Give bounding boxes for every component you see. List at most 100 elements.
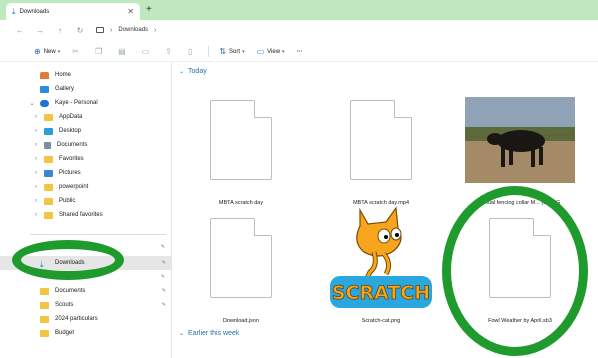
- folder-icon: [44, 211, 53, 219]
- navigation-pane: Home Gallery ⌄ Kaye - Personal › AppData…: [0, 62, 172, 358]
- sidebar-item-label: Budget: [55, 330, 75, 336]
- quick-access-scouts[interactable]: Scouts ✎: [0, 298, 172, 312]
- quick-access-documents[interactable]: Documents ✎: [0, 284, 172, 298]
- group-header-today[interactable]: ⌄ Today: [179, 68, 207, 75]
- breadcrumb: › Downloads ›: [96, 27, 162, 34]
- view-button[interactable]: ▭ View ▾: [257, 47, 285, 56]
- pin-icon[interactable]: ✎: [161, 244, 165, 250]
- sidebar-item-public[interactable]: › Public: [0, 194, 172, 208]
- more-options-button[interactable]: ···: [297, 49, 303, 55]
- file-tile[interactable]: Virtual fencing collar M... (1).JPG: [465, 82, 575, 210]
- tab-bar: ⤓ Downloads ✕ +: [0, 0, 598, 20]
- chevron-right-icon: ›: [110, 26, 113, 34]
- pin-icon[interactable]: ✎: [161, 274, 165, 280]
- sidebar-item-label: Pictures: [59, 170, 81, 176]
- file-name: Scratch-cat.png: [361, 318, 401, 324]
- file-tile[interactable]: MBTA scratch day.mp4: [326, 82, 436, 210]
- sidebar-item-label: AppData: [59, 114, 83, 120]
- folder-icon: [44, 155, 53, 163]
- quick-access-2024-particulars[interactable]: 2024 particulars: [0, 312, 172, 326]
- sidebar-item-label: Documents: [57, 142, 88, 148]
- copy-icon[interactable]: ❐: [95, 47, 102, 56]
- cut-icon[interactable]: ✂: [72, 47, 79, 56]
- monitor-icon[interactable]: [96, 27, 104, 33]
- chevron-right-icon[interactable]: ›: [32, 170, 40, 176]
- file-tile[interactable]: SCRATCH Scratch-cat.png: [326, 200, 436, 328]
- pin-icon[interactable]: ✎: [162, 302, 166, 308]
- sidebar-item-gallery[interactable]: Gallery: [0, 82, 172, 96]
- sidebar-item-shared-favorites[interactable]: › Shared favorites: [0, 208, 172, 222]
- group-header-earlier-this-week[interactable]: ⌄ Earlier this week: [179, 330, 239, 337]
- plus-circle-icon: ⊕: [34, 47, 41, 56]
- file-tile[interactable]: Download.json: [186, 200, 296, 328]
- download-icon: ⤓: [12, 6, 16, 16]
- desktop-icon: [44, 127, 53, 135]
- share-icon[interactable]: ⇪: [165, 47, 172, 56]
- pin-icon[interactable]: ✎: [162, 288, 166, 294]
- file-name: Download.json: [222, 318, 260, 324]
- quick-access-downloads[interactable]: ⤓ Downloads ✎: [0, 256, 172, 270]
- document-icon: [210, 217, 272, 298]
- tab-downloads[interactable]: ⤓ Downloads ✕: [6, 3, 140, 20]
- folder-icon: [44, 197, 53, 205]
- sidebar-item-label: Favorites: [59, 156, 84, 162]
- folder-icon: [40, 329, 49, 337]
- sidebar-item-label: Gallery: [55, 86, 75, 92]
- scratch-cat-thumbnail: SCRATCH: [330, 205, 432, 308]
- sidebar-item-home[interactable]: Home: [0, 68, 172, 82]
- file-tile[interactable]: MBTA scratch day: [186, 82, 296, 210]
- chevron-right-icon[interactable]: ›: [32, 128, 40, 134]
- pictures-icon: [44, 169, 53, 177]
- chevron-down-icon: ⌄: [179, 69, 185, 75]
- sidebar-item-favorites[interactable]: › Favorites: [0, 152, 172, 166]
- chevron-right-icon[interactable]: ›: [32, 212, 40, 218]
- sort-button[interactable]: ⇅ Sort ▾: [219, 47, 244, 56]
- quick-access-budget[interactable]: Budget: [0, 326, 172, 340]
- file-tile[interactable]: Fowl Weather by April.sb3: [465, 200, 575, 328]
- chevron-right-icon[interactable]: ›: [32, 142, 40, 148]
- sidebar-item-pictures[interactable]: › Pictures: [0, 166, 172, 180]
- chevron-right-icon[interactable]: ›: [32, 184, 40, 190]
- sidebar-item-label: 2024 particulars: [55, 316, 98, 322]
- group-label: Today: [188, 68, 207, 75]
- close-tab-button[interactable]: ✕: [127, 7, 134, 16]
- document-icon: [350, 99, 412, 180]
- file-thumbnail: SCRATCH: [326, 200, 436, 315]
- refresh-button[interactable]: ↻: [70, 26, 90, 35]
- sidebar-item-label: Kaye - Personal: [55, 100, 98, 106]
- file-view: ⌄ Today MBTA scratch day MBTA scratch da…: [173, 62, 598, 358]
- sort-label: Sort: [229, 48, 241, 55]
- chevron-right-icon[interactable]: ›: [32, 198, 40, 204]
- sidebar-item-label: Public: [59, 198, 76, 204]
- file-thumbnail: [465, 200, 575, 315]
- sidebar-item-appdata[interactable]: › AppData: [0, 110, 172, 124]
- command-bar: ⊕ New ▾ ✂ ❐ ▤ ▭ ⇪ ▯ ⇅ Sort ▾ ▭ View ▾ ··…: [0, 42, 598, 62]
- breadcrumb-downloads[interactable]: Downloads: [118, 27, 148, 33]
- chevron-down-icon[interactable]: ⌄: [28, 100, 36, 107]
- new-button[interactable]: ⊕ New ▾: [34, 47, 60, 56]
- forward-button[interactable]: →: [30, 26, 50, 35]
- pin-icon[interactable]: ✎: [162, 260, 166, 266]
- chevron-down-icon: ▾: [57, 48, 61, 55]
- sidebar-item-label: Shared favorites: [59, 212, 103, 218]
- paste-icon[interactable]: ▤: [118, 47, 126, 56]
- sidebar-item-powerpoint[interactable]: › powerpoint: [0, 180, 172, 194]
- download-icon: ⤓: [40, 259, 44, 269]
- back-button[interactable]: ←: [10, 26, 30, 35]
- sidebar-item-label: Downloads: [55, 260, 85, 266]
- up-button[interactable]: ↑: [50, 26, 70, 35]
- sidebar-item-documents[interactable]: › Documents: [0, 138, 172, 152]
- delete-icon[interactable]: ▯: [188, 47, 192, 56]
- sidebar-item-onedrive[interactable]: ⌄ Kaye - Personal: [0, 96, 172, 110]
- chevron-right-icon[interactable]: ›: [32, 156, 40, 162]
- sidebar-item-desktop[interactable]: › Desktop: [0, 124, 172, 138]
- address-bar: ← → ↑ ↻ › Downloads ›: [0, 20, 598, 40]
- chevron-right-icon[interactable]: ›: [154, 27, 156, 34]
- gallery-icon: [40, 85, 49, 93]
- sidebar-divider: [30, 234, 166, 235]
- cloud-icon: [40, 99, 49, 107]
- new-tab-button[interactable]: +: [146, 4, 152, 15]
- chevron-right-icon[interactable]: ›: [32, 114, 40, 120]
- folder-icon: [44, 183, 53, 191]
- rename-icon[interactable]: ▭: [142, 47, 150, 56]
